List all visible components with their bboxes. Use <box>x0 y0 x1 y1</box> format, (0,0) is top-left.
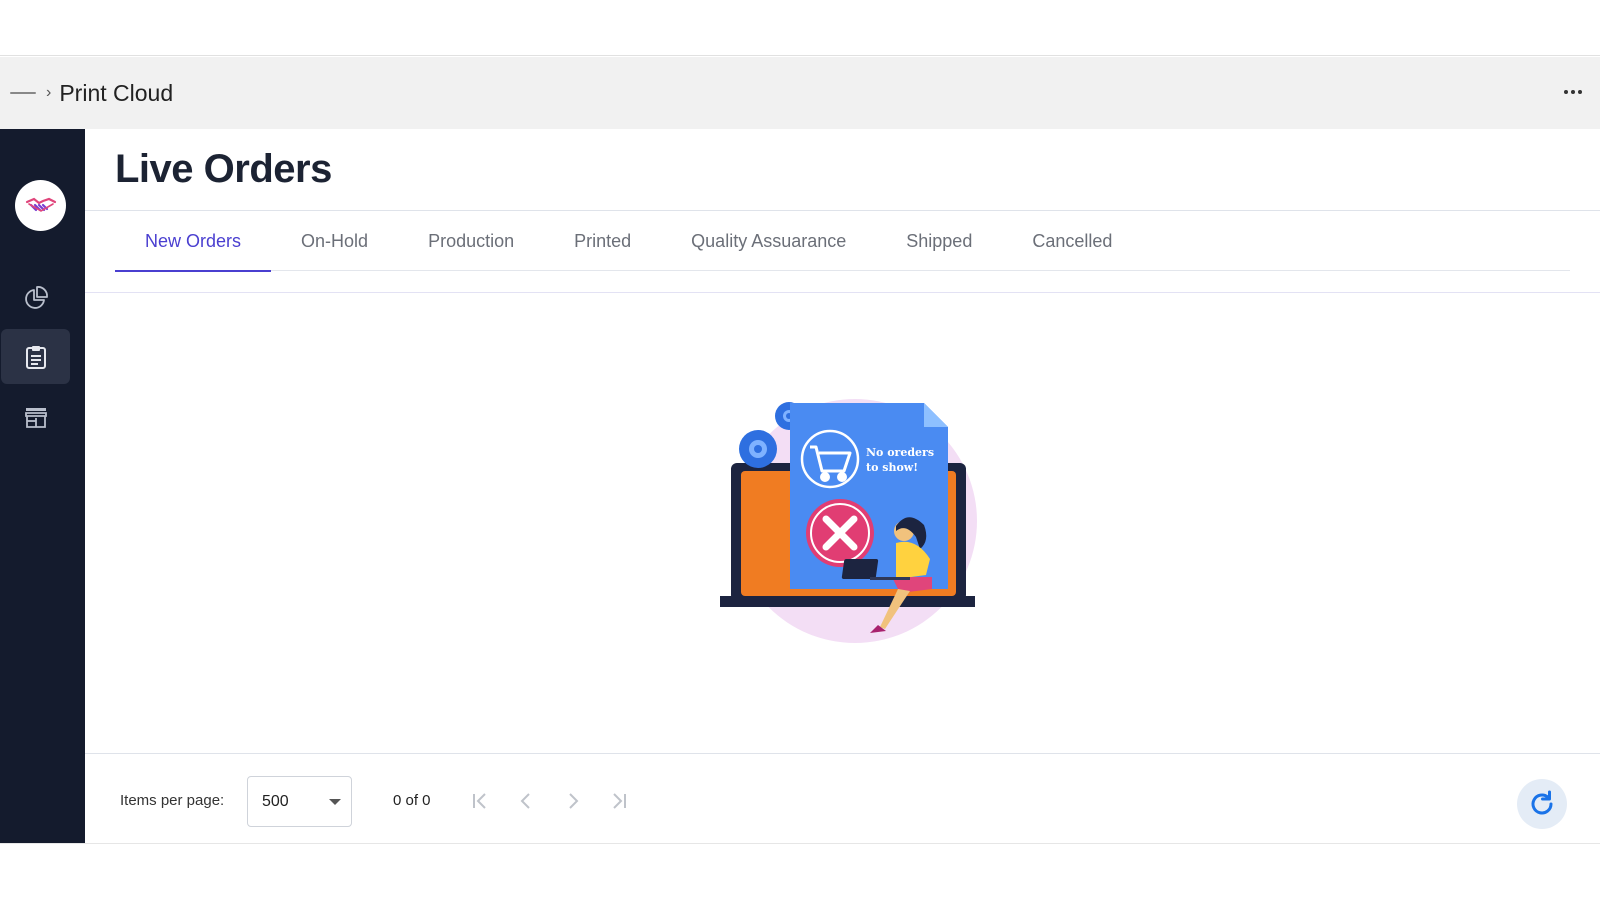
tab-production[interactable]: Production <box>398 211 544 271</box>
breadcrumb-separator: › <box>46 84 52 101</box>
first-page-button[interactable] <box>465 786 495 816</box>
tab-new-orders[interactable]: New Orders <box>115 211 272 272</box>
order-status-tabs: New Orders On-Hold Production Printed Qu… <box>115 211 1570 272</box>
sidebar-item-orders[interactable] <box>1 329 70 384</box>
app-logo[interactable] <box>10 90 36 96</box>
handshake-icon <box>25 197 56 212</box>
sidebar-item-store[interactable] <box>1 389 70 444</box>
next-page-button[interactable] <box>558 786 588 816</box>
last-page-button[interactable] <box>604 786 634 816</box>
page-title: Live Orders <box>115 147 332 191</box>
pagination-bar: Items per page: 500 0 of 0 <box>85 753 1600 843</box>
refresh-icon <box>1531 790 1553 815</box>
last-page-icon <box>613 793 626 809</box>
sidebar <box>0 129 85 843</box>
breadcrumb-title: Print Cloud <box>59 79 174 106</box>
items-per-page-select[interactable]: 500 <box>247 776 352 827</box>
empty-state-line2: to show! <box>866 461 918 474</box>
sidebar-item-dashboard[interactable] <box>1 270 70 325</box>
tabs-divider <box>85 292 1600 293</box>
bottom-strip <box>0 843 1600 900</box>
previous-page-button[interactable] <box>511 786 541 816</box>
items-per-page-label: Items per page: <box>120 792 225 809</box>
app-header: › Print Cloud <box>0 57 1600 129</box>
chevron-right-icon <box>569 793 579 809</box>
clipboard-icon <box>25 345 46 369</box>
empty-orders-illustration: No oreders to show! <box>720 391 990 651</box>
gear-icon <box>739 430 777 468</box>
more-horizontal-icon[interactable] <box>1560 79 1586 105</box>
store-icon <box>24 407 47 428</box>
brand-avatar[interactable] <box>15 180 66 231</box>
chevron-down-icon <box>329 799 341 805</box>
tab-shipped[interactable]: Shipped <box>876 211 1002 271</box>
pie-chart-icon <box>24 285 48 309</box>
tab-on-hold[interactable]: On-Hold <box>271 211 398 271</box>
close-icon <box>806 499 874 567</box>
pagination-range: 0 of 0 <box>393 792 431 809</box>
tab-cancelled[interactable]: Cancelled <box>1002 211 1142 271</box>
first-page-icon <box>473 793 486 809</box>
chevron-left-icon <box>520 793 530 809</box>
main-content: Live Orders New Orders On-Hold Productio… <box>85 129 1600 843</box>
top-strip <box>0 0 1600 56</box>
empty-state-line1: No oreders <box>866 446 934 459</box>
refresh-button[interactable] <box>1517 779 1567 829</box>
tab-printed[interactable]: Printed <box>544 211 661 271</box>
tab-quality-assurance[interactable]: Quality Assuarance <box>661 211 876 271</box>
items-per-page-value: 500 <box>262 793 289 810</box>
